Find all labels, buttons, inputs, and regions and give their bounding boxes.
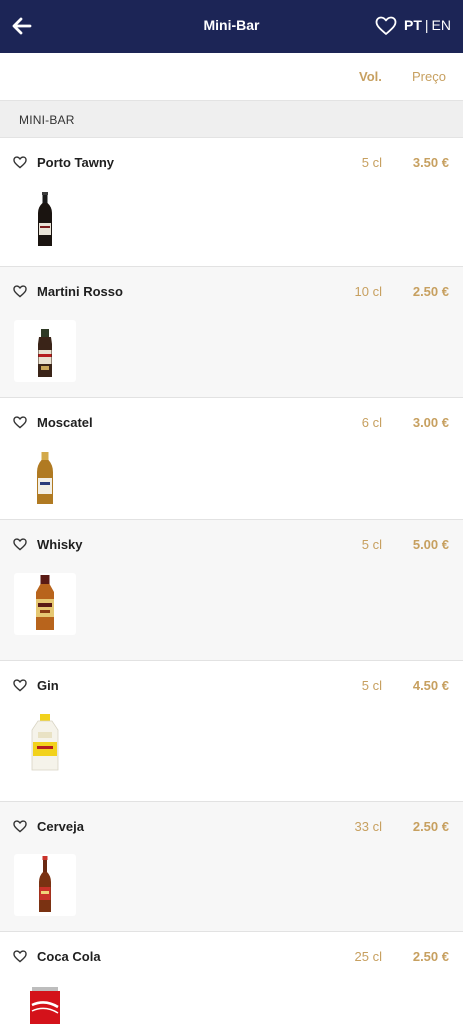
item-name: Moscatel (37, 415, 93, 430)
app-header: Mini-Bar PT | EN (0, 0, 463, 53)
item-name: Porto Tawny (37, 155, 115, 170)
list-item[interactable]: Martini Rosso 10 cl 2.50 € (0, 267, 463, 398)
cola-can-image (14, 983, 76, 1024)
item-volume: 6 cl (361, 415, 382, 430)
list-item[interactable]: Whisky 5 cl 5.00 € (0, 520, 463, 661)
lang-en-link[interactable]: EN (432, 17, 451, 33)
section-title: MINI-BAR (19, 113, 75, 127)
item-volume: 5 cl (361, 537, 382, 552)
heart-icon[interactable] (13, 416, 27, 429)
item-price: 2.50 € (412, 819, 449, 834)
item-name: Coca Cola (37, 949, 101, 964)
heart-icon[interactable] (13, 820, 27, 833)
item-volume: 33 cl (354, 819, 382, 834)
item-price: 3.00 € (412, 415, 449, 430)
list-item[interactable]: Cerveja 33 cl 2.50 € (0, 802, 463, 932)
list-item[interactable]: Coca Cola 25 cl 2.50 € (0, 932, 463, 1024)
price-column-header: Preço (412, 69, 446, 84)
item-volume: 10 cl (354, 284, 382, 299)
gin-bottle-image (14, 712, 76, 774)
heart-icon[interactable] (13, 679, 27, 692)
section-header: MINI-BAR (0, 100, 463, 138)
item-name: Gin (37, 678, 59, 693)
item-volume: 5 cl (361, 155, 382, 170)
heart-icon[interactable] (13, 156, 27, 169)
whisky-bottle-image (14, 573, 76, 635)
item-price: 2.50 € (412, 949, 449, 964)
port-wine-bottle-image (14, 189, 76, 251)
item-price: 3.50 € (412, 155, 449, 170)
column-headers: Vol. Preço (0, 53, 463, 100)
heart-icon[interactable] (13, 285, 27, 298)
lang-separator: | (424, 17, 429, 33)
favorites-heart-icon[interactable] (375, 16, 397, 36)
item-price: 2.50 € (412, 284, 449, 299)
item-price: 4.50 € (412, 678, 449, 693)
item-volume: 5 cl (361, 678, 382, 693)
item-name: Cerveja (37, 819, 84, 834)
martini-bottle-image (14, 320, 76, 382)
list-item[interactable]: Porto Tawny 5 cl 3.50 € (0, 138, 463, 267)
heart-icon[interactable] (13, 950, 27, 963)
lang-pt-link[interactable]: PT (404, 17, 422, 33)
item-name: Martini Rosso (37, 284, 123, 299)
volume-column-header: Vol. (359, 69, 382, 84)
item-volume: 25 cl (354, 949, 382, 964)
beer-bottle-image (14, 854, 76, 916)
heart-icon[interactable] (13, 538, 27, 551)
item-name: Whisky (37, 537, 83, 552)
list-item[interactable]: Gin 5 cl 4.50 € (0, 661, 463, 802)
moscatel-bottle-image (14, 448, 76, 510)
list-item[interactable]: Moscatel 6 cl 3.00 € (0, 398, 463, 520)
item-price: 5.00 € (412, 537, 449, 552)
language-switcher: PT | EN (404, 17, 451, 33)
back-arrow-icon[interactable] (10, 13, 34, 39)
